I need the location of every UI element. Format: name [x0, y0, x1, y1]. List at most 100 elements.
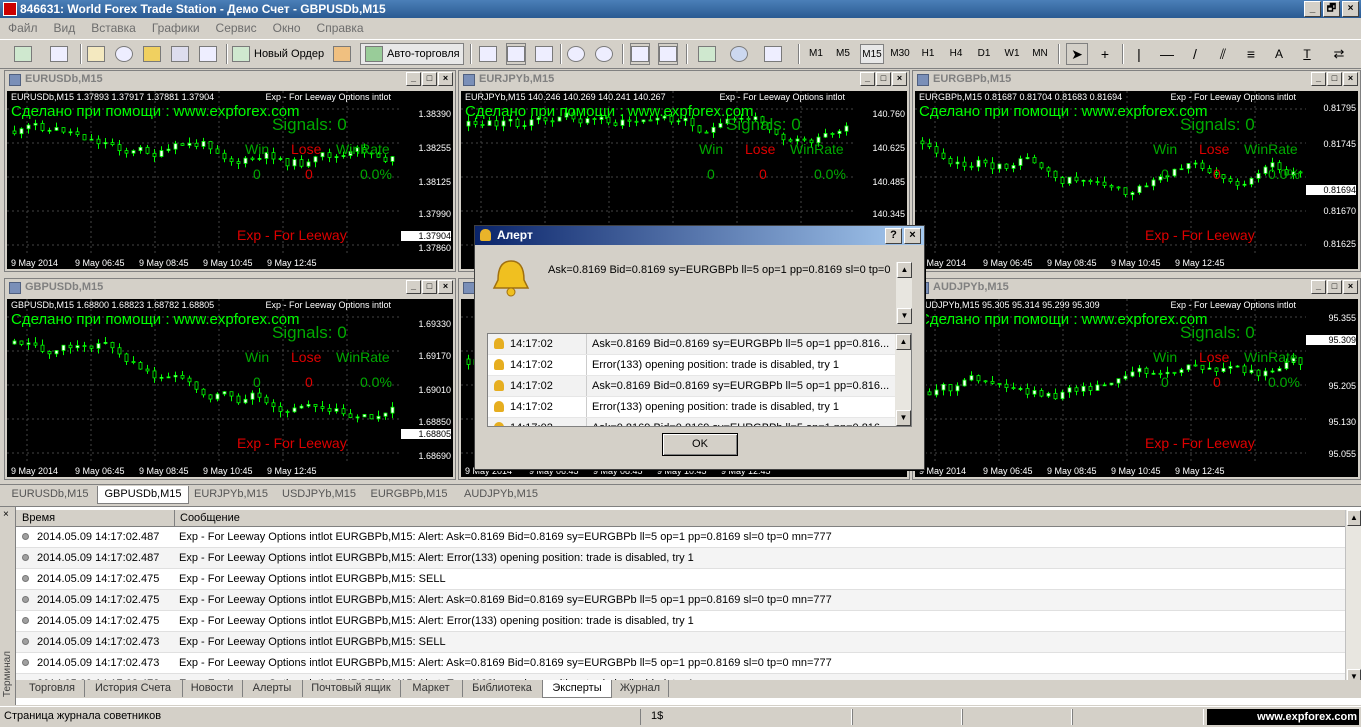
navigator-icon[interactable] — [114, 43, 134, 65]
chart-maximize-button[interactable]: □ — [1327, 72, 1342, 86]
chart-tab-gbpusd[interactable]: GBPUSDb,M15 — [97, 486, 189, 504]
alert-row[interactable]: 14:17:02 Ask=0.8169 Bid=0.8169 sy=EURGBPb… — [488, 418, 911, 426]
timeframe-d1[interactable]: D1 — [972, 44, 996, 64]
candlestick-icon[interactable] — [506, 43, 526, 65]
chart-canvas[interactable]: EURUSDb,M15 1.37893 1.37917 1.37881 1.37… — [7, 91, 453, 269]
log-row[interactable]: 2014.05.09 14:17:02.487 Exp - For Leeway … — [16, 548, 1346, 569]
timeframe-m30[interactable]: M30 — [888, 44, 912, 64]
channel-icon[interactable]: ⫽ — [1212, 43, 1234, 65]
indicators-icon[interactable] — [694, 43, 720, 65]
menu-help[interactable]: Справка — [309, 21, 372, 35]
chart-window-eurgbp[interactable]: EURGBPb,M15 _ □ × EURGBPb,M15 0.81687 0.81… — [912, 70, 1361, 272]
timeframe-m15[interactable]: M15 — [860, 44, 884, 64]
alert-list-scrollbar[interactable]: ▲ ▼ — [895, 334, 911, 426]
tab-journal[interactable]: Журнал — [612, 680, 669, 697]
chart-close-button[interactable]: × — [1343, 72, 1358, 86]
chart-window-eurusd[interactable]: EURUSDb,M15 _ □ × EURUSDb,M15 1.37893 1.37… — [4, 70, 456, 272]
cursor-icon[interactable]: ➤ — [1066, 43, 1088, 65]
ok-button[interactable]: OK — [662, 433, 738, 456]
chart-close-button[interactable]: × — [438, 280, 453, 294]
menu-file[interactable]: Файл — [0, 21, 46, 35]
help-button[interactable]: ? — [885, 228, 902, 244]
horizontal-line-icon[interactable]: — — [1156, 43, 1178, 65]
alert-close-button[interactable]: × — [904, 228, 921, 244]
close-button[interactable]: × — [1342, 1, 1359, 17]
menu-view[interactable]: Вид — [46, 21, 84, 35]
chart-maximize-button[interactable]: □ — [1327, 280, 1342, 294]
terminal-scrollbar[interactable]: ▲ ▼ — [1345, 510, 1361, 685]
timeframe-m5[interactable]: M5 — [831, 44, 855, 64]
tab-news[interactable]: Новости — [182, 680, 243, 697]
message-scrollbar[interactable]: ▲ ▼ — [896, 262, 912, 324]
column-time[interactable]: Время — [22, 512, 55, 524]
zoom-out-icon[interactable] — [594, 43, 614, 65]
chart-minimize-button[interactable]: _ — [1311, 280, 1326, 294]
timeframe-h1[interactable]: H1 — [916, 44, 940, 64]
menu-insert[interactable]: Вставка — [83, 21, 144, 35]
new-chart-icon[interactable] — [8, 43, 38, 65]
chart-tab-audjpy[interactable]: AUDJPYb,M15 — [455, 486, 547, 503]
log-row[interactable]: 2014.05.09 14:17:02.473 Exp - For Leeway … — [16, 632, 1346, 653]
chart-tab-eurjpy[interactable]: EURJPYb,M15 — [187, 486, 275, 503]
tab-account-history[interactable]: История Счета — [84, 680, 183, 697]
tab-library[interactable]: Библиотека — [462, 680, 543, 697]
menu-charts[interactable]: Графики — [144, 21, 208, 35]
fibonacci-icon[interactable]: ≡ — [1240, 43, 1262, 65]
chart-close-button[interactable]: × — [1343, 280, 1358, 294]
chart-canvas[interactable]: GBPUSDb,M15 1.68800 1.68823 1.68782 1.68… — [7, 299, 453, 477]
trendline-icon[interactable]: / — [1184, 43, 1206, 65]
arrows-icon[interactable]: ⇄ — [1324, 43, 1354, 65]
alert-row[interactable]: 14:17:02 Ask=0.8169 Bid=0.8169 sy=EURGBPb… — [488, 334, 911, 355]
new-order-button[interactable]: Новый Ордер — [232, 43, 328, 65]
scroll-up-icon[interactable]: ▲ — [897, 262, 912, 278]
chart-minimize-button[interactable]: _ — [406, 280, 421, 294]
line-chart-icon[interactable] — [534, 43, 554, 65]
timeframe-mn[interactable]: MN — [1028, 44, 1052, 64]
chart-maximize-button[interactable]: □ — [422, 280, 437, 294]
text-tool-icon[interactable]: A — [1268, 43, 1290, 65]
chart-minimize-button[interactable]: _ — [406, 72, 421, 86]
tab-market[interactable]: Маркет — [400, 680, 463, 697]
chart-canvas[interactable]: EURGBPb,M15 0.81687 0.81704 0.81683 0.81… — [915, 91, 1358, 269]
chart-maximize-button[interactable]: □ — [422, 72, 437, 86]
tab-trade[interactable]: Торговля — [20, 680, 85, 697]
log-row[interactable]: 2014.05.09 14:17:02.475 Exp - For Leeway … — [16, 611, 1346, 632]
chart-shift-icon[interactable] — [658, 43, 678, 65]
timeframe-m1[interactable]: M1 — [804, 44, 828, 64]
timeframe-h4[interactable]: H4 — [944, 44, 968, 64]
log-row[interactable]: 2014.05.09 14:17:02.473 Exp - For Leeway … — [16, 653, 1346, 674]
scroll-up-icon[interactable]: ▲ — [1347, 510, 1361, 526]
chart-close-button[interactable]: × — [892, 72, 907, 86]
zoom-in-icon[interactable] — [566, 43, 586, 65]
log-row[interactable]: 2014.05.09 14:17:02.475 Exp - For Leeway … — [16, 569, 1346, 590]
chart-tab-eurgbp[interactable]: EURGBPb,M15 — [363, 486, 455, 503]
tab-alerts[interactable]: Алерты — [242, 680, 303, 697]
minimize-button[interactable]: _ — [1304, 1, 1321, 17]
bar-chart-icon[interactable] — [478, 43, 498, 65]
crosshair-icon[interactable]: + — [1094, 43, 1116, 65]
log-row[interactable]: 2014.05.09 14:17:02.487 Exp - For Leeway … — [16, 527, 1346, 548]
tab-experts[interactable]: Эксперты — [542, 680, 612, 698]
periods-icon[interactable] — [726, 43, 752, 65]
alert-row[interactable]: 14:17:02 Error(133) opening position: tra… — [488, 397, 911, 418]
menu-window[interactable]: Окно — [265, 21, 309, 35]
column-message[interactable]: Сообщение — [180, 512, 240, 524]
chart-tab-eurusd[interactable]: EURUSDb,M15 — [4, 486, 96, 503]
chart-canvas[interactable]: AUDJPYb,M15 95.305 95.314 95.299 95.309 … — [915, 299, 1358, 477]
menu-tools[interactable]: Сервис — [208, 21, 265, 35]
chart-minimize-button[interactable]: _ — [860, 72, 875, 86]
auto-scroll-icon[interactable] — [630, 43, 650, 65]
alert-row[interactable]: 14:17:02 Ask=0.8169 Bid=0.8169 sy=EURGBPb… — [488, 376, 911, 397]
profiles-icon[interactable] — [44, 43, 74, 65]
templates-icon[interactable] — [760, 43, 786, 65]
metaeditor-icon[interactable] — [332, 43, 352, 65]
tab-mailbox[interactable]: Почтовый ящик — [302, 680, 401, 697]
vertical-line-icon[interactable]: | — [1128, 43, 1150, 65]
terminal-icon[interactable] — [170, 43, 190, 65]
chart-window-audjpy[interactable]: AUDJPYb,M15 _ □ × AUDJPYb,M15 95.305 95.31… — [912, 278, 1361, 480]
folder-icon[interactable] — [142, 43, 162, 65]
chart-close-button[interactable]: × — [438, 72, 453, 86]
chart-tab-usdjpy[interactable]: USDJPYb,M15 — [275, 486, 363, 503]
timeframe-w1[interactable]: W1 — [1000, 44, 1024, 64]
terminal-close-button[interactable]: × — [3, 509, 9, 520]
